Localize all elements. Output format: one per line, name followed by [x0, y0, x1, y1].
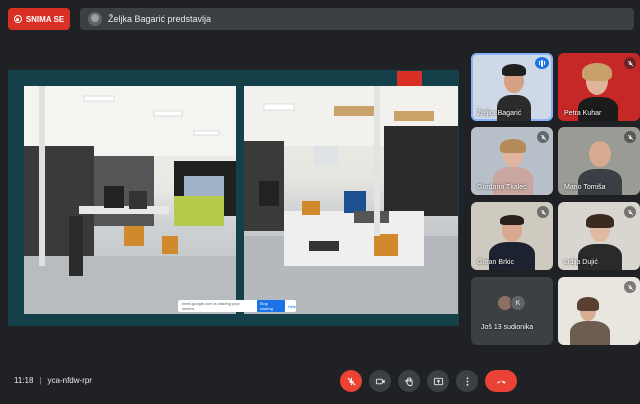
mic-off-icon	[346, 376, 356, 386]
participant-hair	[582, 63, 612, 81]
mic-off-icon	[624, 206, 636, 218]
hang-up-icon	[496, 380, 506, 384]
recording-indicator: SNIMA SE	[8, 8, 70, 30]
camera-icon	[375, 378, 385, 384]
participant-name: Gordana Tkalec	[477, 184, 527, 191]
mic-off-icon	[624, 57, 636, 69]
participant-video	[578, 169, 622, 195]
presenting-banner[interactable]: Željka Bagarić predstavlja	[80, 8, 634, 30]
mic-off-icon	[624, 131, 636, 143]
participant-hair	[500, 139, 526, 153]
more-participants-tile[interactable]: K Još 13 sudionika	[471, 277, 553, 345]
participant-tile[interactable]: Petra Kuhar	[558, 53, 640, 121]
speaking-icon	[535, 57, 549, 69]
participant-hair	[586, 214, 614, 228]
studio-photo-left	[24, 86, 236, 314]
participant-tile[interactable]: Mario Tomiša	[558, 127, 640, 195]
clock-time: 11:18	[14, 376, 34, 385]
participant-name: Željka Bagarić	[477, 110, 522, 117]
participant-name: Goran Brkic	[477, 259, 514, 266]
participant-tile[interactable]: Željka Bagarić	[471, 53, 553, 121]
recording-label: SNIMA SE	[25, 14, 65, 24]
screen-share-bar: meet.google.com is sharing your screen. …	[178, 300, 296, 312]
meeting-code: yca-nfdw-rpr	[47, 376, 92, 385]
participant-tile[interactable]: Gordana Tkalec	[471, 127, 553, 195]
present-icon	[433, 377, 443, 385]
presenting-text: Željka Bagarić predstavlja	[108, 14, 212, 24]
present-now-button[interactable]	[427, 370, 449, 392]
camera-toggle-button[interactable]	[369, 370, 391, 392]
raise-hand-button[interactable]	[398, 370, 420, 392]
participant-hair	[500, 215, 524, 225]
presenter-avatar	[88, 12, 102, 26]
shared-screen: meet.google.com is sharing your screen. …	[8, 70, 459, 326]
participant-name: Petra Kuhar	[564, 110, 602, 117]
participant-name: Lidija Dujić	[564, 259, 598, 266]
participant-tile[interactable]: Lidija Dujić	[558, 202, 640, 270]
raise-hand-icon	[404, 376, 413, 386]
share-text: meet.google.com is sharing your screen.	[182, 301, 240, 311]
participant-video	[497, 95, 531, 121]
more-options-button[interactable]	[456, 370, 478, 392]
participant-name: Mario Tomiša	[564, 184, 606, 191]
record-icon	[13, 15, 22, 23]
participant-hair	[577, 297, 599, 311]
separator: |	[39, 376, 42, 385]
participant-face	[589, 141, 611, 167]
mic-off-icon	[537, 131, 549, 143]
participant-tile[interactable]: Goran Brkic	[471, 202, 553, 270]
participant-hair	[502, 64, 526, 76]
participant-avatar: K	[510, 295, 526, 311]
stop-sharing-button[interactable]: Stop sharing	[256, 300, 285, 312]
participant-tile[interactable]	[558, 277, 640, 345]
mic-off-icon	[537, 206, 549, 218]
studio-photo-right	[244, 86, 458, 314]
participant-video	[570, 321, 610, 345]
more-participants-label: Još 13 sudionika	[481, 324, 534, 331]
participant-video	[578, 244, 622, 270]
leave-call-button[interactable]	[485, 370, 517, 392]
hide-button[interactable]: Hide	[288, 304, 296, 309]
mic-off-icon	[624, 281, 636, 293]
more-options-icon	[466, 376, 468, 386]
meeting-info: 11:18 | yca-nfdw-rpr	[14, 376, 92, 385]
participant-video	[578, 97, 618, 121]
mic-toggle-button[interactable]	[340, 370, 362, 392]
